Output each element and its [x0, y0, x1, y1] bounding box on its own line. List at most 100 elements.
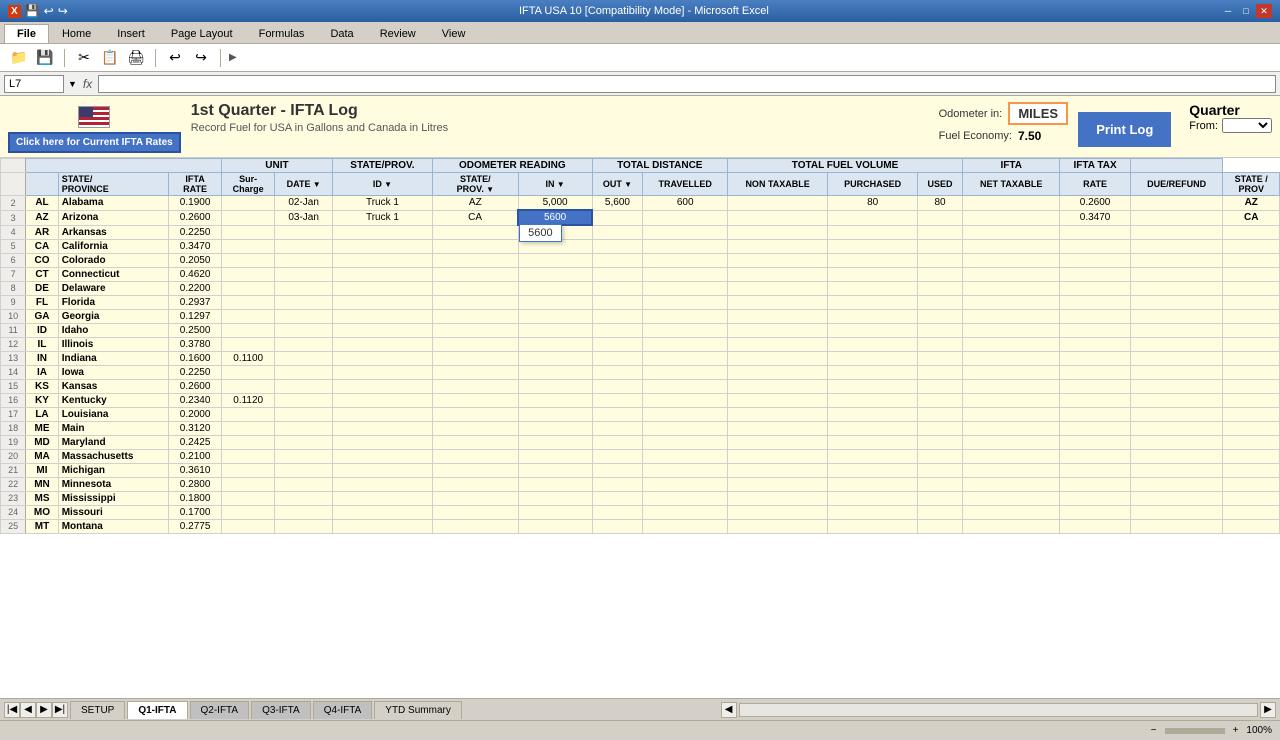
state-prov-cell[interactable] — [432, 435, 518, 449]
sheet-tab-q1[interactable]: Q1-IFTA — [127, 701, 187, 719]
ifta-rate-cell[interactable]: 0.2775 — [169, 519, 222, 533]
non-taxable-cell[interactable] — [728, 421, 828, 435]
date-cell[interactable] — [275, 281, 333, 295]
due-refund-cell[interactable] — [1130, 435, 1223, 449]
net-taxable-cell[interactable] — [963, 323, 1060, 337]
travelled-cell[interactable] — [643, 505, 728, 519]
purchased-cell[interactable] — [828, 393, 918, 407]
due-refund-cell[interactable] — [1130, 505, 1223, 519]
ribbon-icon-3[interactable]: ✂ — [73, 47, 95, 69]
odo-in-cell[interactable] — [518, 309, 592, 323]
ifta-rates-button[interactable]: Click here for Current IFTA Rates — [8, 132, 181, 153]
right-state-cell[interactable] — [1223, 477, 1280, 491]
travelled-cell[interactable] — [643, 323, 728, 337]
state-name-cell[interactable]: Iowa — [58, 365, 169, 379]
unit-id-cell[interactable]: Truck 1 — [332, 210, 432, 225]
rate-cell[interactable] — [1060, 239, 1130, 253]
state-name-cell[interactable]: Connecticut — [58, 267, 169, 281]
surcharge-cell[interactable] — [221, 225, 274, 239]
surcharge-cell[interactable] — [221, 281, 274, 295]
surcharge-cell[interactable]: 0.1120 — [221, 393, 274, 407]
odo-in-cell[interactable] — [518, 295, 592, 309]
non-taxable-cell[interactable] — [728, 295, 828, 309]
net-taxable-cell[interactable] — [963, 393, 1060, 407]
unit-id-cell[interactable] — [332, 505, 432, 519]
due-refund-cell[interactable] — [1130, 407, 1223, 421]
unit-id-cell[interactable] — [332, 407, 432, 421]
unit-id-cell[interactable] — [332, 463, 432, 477]
state-abbr-cell[interactable]: KY — [26, 393, 58, 407]
net-taxable-cell[interactable] — [963, 463, 1060, 477]
odo-out-cell[interactable] — [592, 421, 643, 435]
date-cell[interactable] — [275, 505, 333, 519]
state-name-cell[interactable]: Montana — [58, 519, 169, 533]
date-cell[interactable] — [275, 295, 333, 309]
ifta-rate-cell[interactable]: 0.4620 — [169, 267, 222, 281]
right-state-cell[interactable] — [1223, 337, 1280, 351]
unit-id-cell[interactable] — [332, 309, 432, 323]
ifta-rate-cell[interactable]: 0.2600 — [169, 210, 222, 225]
surcharge-cell[interactable] — [221, 421, 274, 435]
due-refund-cell[interactable] — [1130, 393, 1223, 407]
date-cell[interactable] — [275, 379, 333, 393]
odo-out-cell[interactable] — [592, 463, 643, 477]
formula-input[interactable] — [98, 75, 1276, 93]
used-cell[interactable] — [918, 491, 963, 505]
odo-out-cell[interactable] — [592, 239, 643, 253]
date-cell[interactable] — [275, 323, 333, 337]
net-taxable-cell[interactable] — [963, 449, 1060, 463]
unit-id-cell[interactable] — [332, 253, 432, 267]
rate-cell[interactable] — [1060, 407, 1130, 421]
non-taxable-cell[interactable] — [728, 505, 828, 519]
cell-reference-box[interactable]: L7 — [4, 75, 64, 93]
date-cell[interactable] — [275, 365, 333, 379]
unit-id-cell[interactable] — [332, 519, 432, 533]
state-abbr-cell[interactable]: MN — [26, 477, 58, 491]
rate-cell[interactable] — [1060, 337, 1130, 351]
date-cell[interactable] — [275, 393, 333, 407]
sheet-scroll-left[interactable]: ◀ — [721, 702, 737, 718]
unit-id-cell[interactable] — [332, 365, 432, 379]
used-cell[interactable] — [918, 309, 963, 323]
state-abbr-cell[interactable]: DE — [26, 281, 58, 295]
travelled-cell[interactable] — [643, 309, 728, 323]
ifta-rate-cell[interactable]: 0.2340 — [169, 393, 222, 407]
net-taxable-cell[interactable] — [963, 253, 1060, 267]
odo-out-cell[interactable] — [592, 393, 643, 407]
travelled-cell[interactable] — [643, 267, 728, 281]
unit-id-cell[interactable] — [332, 225, 432, 239]
date-cell[interactable] — [275, 477, 333, 491]
non-taxable-cell[interactable] — [728, 379, 828, 393]
used-cell[interactable] — [918, 253, 963, 267]
minimize-button[interactable]: ─ — [1220, 4, 1236, 18]
right-state-cell[interactable] — [1223, 393, 1280, 407]
odo-in-cell[interactable] — [518, 393, 592, 407]
net-taxable-cell[interactable] — [963, 477, 1060, 491]
purchased-cell[interactable] — [828, 267, 918, 281]
tab-data[interactable]: Data — [317, 24, 366, 43]
state-abbr-cell[interactable]: MT — [26, 519, 58, 533]
unit-id-cell[interactable] — [332, 379, 432, 393]
tab-file[interactable]: File — [4, 24, 49, 43]
sheet-tab-q4[interactable]: Q4-IFTA — [313, 701, 373, 719]
net-taxable-cell[interactable] — [963, 225, 1060, 239]
due-refund-cell[interactable] — [1130, 225, 1223, 239]
net-taxable-cell[interactable] — [963, 196, 1060, 211]
date-cell[interactable] — [275, 491, 333, 505]
rate-cell[interactable] — [1060, 379, 1130, 393]
travelled-cell[interactable] — [643, 365, 728, 379]
purchased-cell[interactable] — [828, 253, 918, 267]
surcharge-cell[interactable] — [221, 323, 274, 337]
odo-out-cell[interactable] — [592, 253, 643, 267]
state-abbr-cell[interactable]: MO — [26, 505, 58, 519]
surcharge-cell[interactable] — [221, 267, 274, 281]
state-prov-cell[interactable] — [432, 225, 518, 239]
due-refund-cell[interactable] — [1130, 267, 1223, 281]
unit-id-cell[interactable] — [332, 477, 432, 491]
sheet-tab-q3[interactable]: Q3-IFTA — [251, 701, 311, 719]
right-state-cell[interactable] — [1223, 365, 1280, 379]
net-taxable-cell[interactable] — [963, 267, 1060, 281]
purchased-cell[interactable] — [828, 309, 918, 323]
date-cell[interactable] — [275, 519, 333, 533]
travelled-cell[interactable] — [643, 407, 728, 421]
